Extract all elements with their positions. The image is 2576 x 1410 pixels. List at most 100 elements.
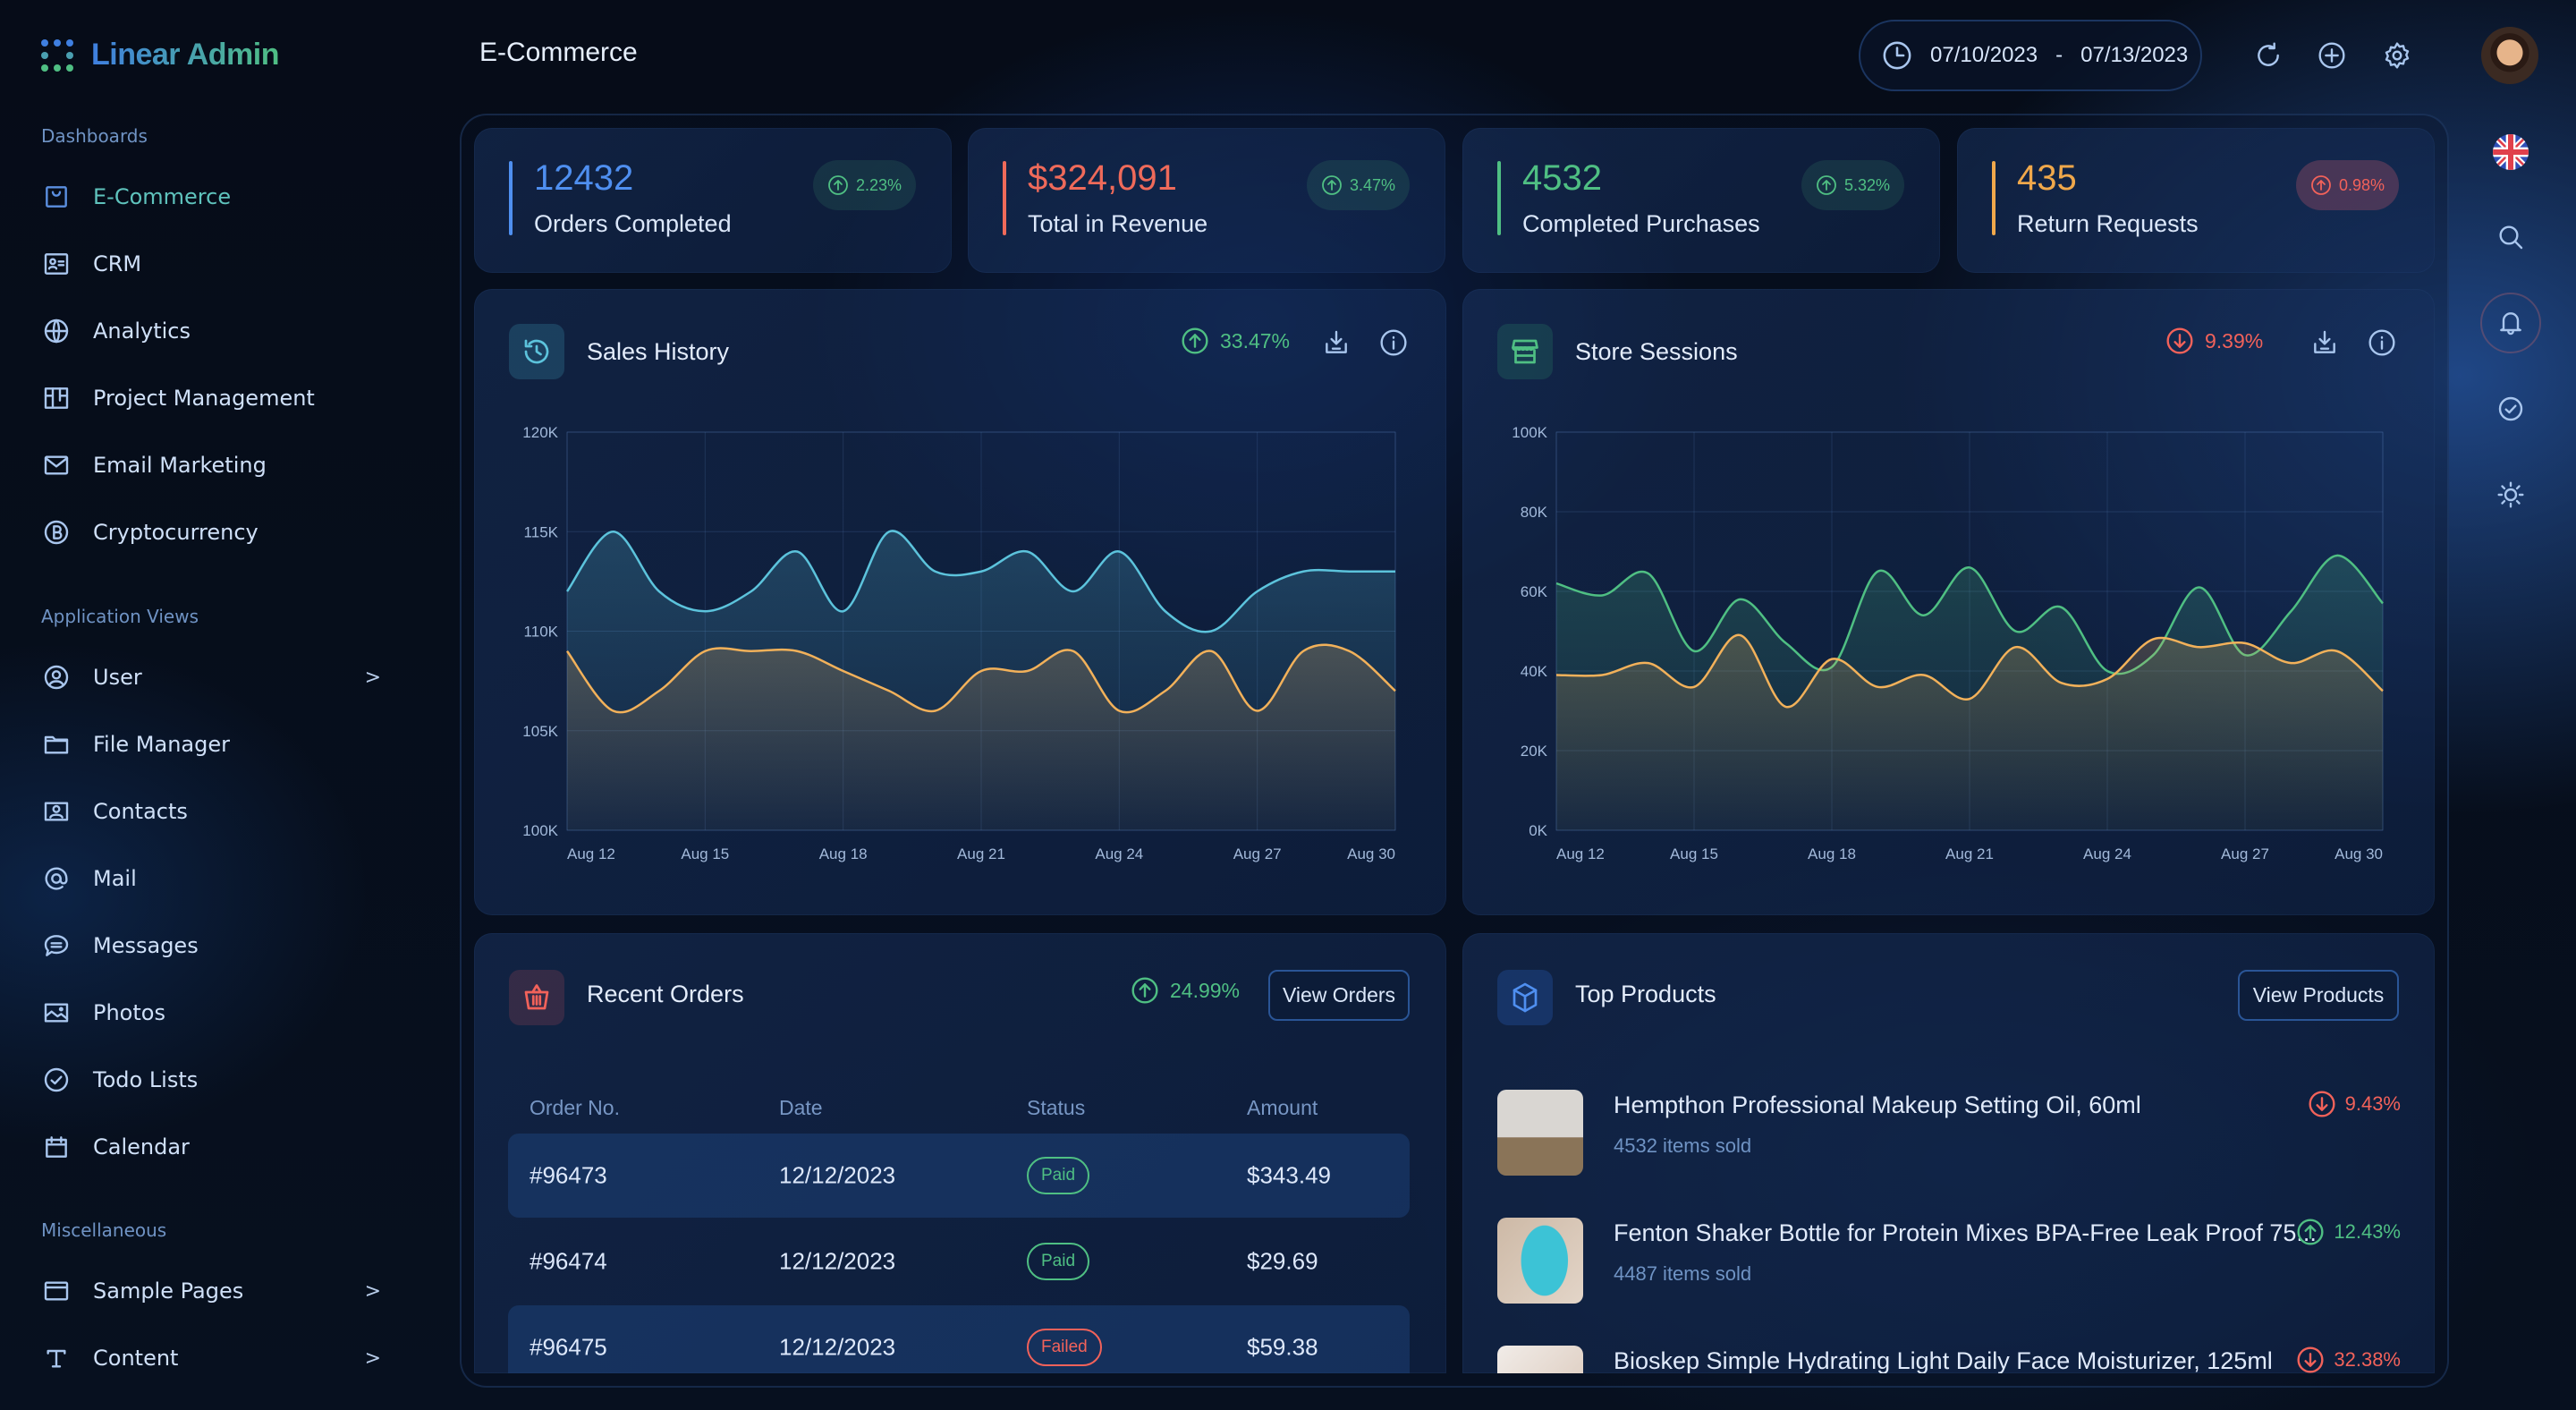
sidebar-item-todo-lists[interactable]: Todo Lists: [41, 1058, 399, 1102]
series-1-point[interactable]: [1253, 587, 1262, 596]
column-header-date[interactable]: Date: [779, 1096, 823, 1120]
series-2-point[interactable]: [2195, 642, 2204, 651]
notifications-button[interactable]: [2493, 305, 2529, 341]
series-2-point[interactable]: [2286, 658, 2295, 667]
series-1-point[interactable]: [2333, 551, 2342, 560]
series-2-point[interactable]: [1022, 667, 1031, 675]
column-header-status[interactable]: Status: [1027, 1096, 1085, 1120]
date-range-picker[interactable]: 07/10/2023 - 07/13/2023: [1859, 20, 2202, 91]
series-1-point[interactable]: [1965, 563, 1974, 572]
series-2-point[interactable]: [2148, 634, 2157, 643]
series-2-point[interactable]: [839, 667, 848, 675]
sidebar-item-crm[interactable]: CRM: [41, 242, 399, 286]
series-1-point[interactable]: [2378, 599, 2387, 607]
product-list-item[interactable]: Fenton Shaker Bottle for Protein Mixes B…: [1497, 1218, 2401, 1304]
series-2-point[interactable]: [1690, 683, 1699, 692]
series-1-point[interactable]: [1873, 567, 1882, 576]
series-1-point[interactable]: [1114, 548, 1123, 556]
table-row[interactable]: #96473 12/12/2023 Paid $343.49: [508, 1134, 1410, 1218]
series-1-point[interactable]: [792, 548, 801, 556]
series-1-point[interactable]: [747, 587, 756, 596]
add-button[interactable]: [2314, 38, 2350, 73]
series-1-point[interactable]: [1299, 567, 1308, 576]
sidebar-item-e-commerce[interactable]: E-Commerce: [41, 174, 399, 219]
view-products-button[interactable]: View Products: [2238, 970, 2399, 1021]
series-2-point[interactable]: [655, 686, 664, 695]
series-1-point[interactable]: [1644, 569, 1653, 578]
order-number[interactable]: #96475: [530, 1334, 607, 1362]
product-name[interactable]: Fenton Shaker Bottle for Protein Mixes B…: [1614, 1219, 2317, 1247]
series-2-point[interactable]: [2333, 647, 2342, 656]
sidebar-item-analytics[interactable]: Analytics: [41, 309, 399, 353]
sidebar-item-file-manager[interactable]: File Manager: [41, 722, 399, 767]
table-row[interactable]: #96475 12/12/2023 Failed $59.38: [508, 1305, 1410, 1373]
series-1-point[interactable]: [563, 587, 572, 596]
user-avatar[interactable]: [2481, 27, 2538, 84]
series-1-point[interactable]: [1069, 587, 1078, 596]
series-1-point[interactable]: [1552, 579, 1561, 588]
series-1-point[interactable]: [608, 527, 617, 536]
series-1-point[interactable]: [655, 587, 664, 596]
tasks-button[interactable]: [2493, 391, 2529, 427]
series-2-point[interactable]: [1161, 686, 1170, 695]
series-2-point[interactable]: [1299, 647, 1308, 656]
series-1-point[interactable]: [1207, 627, 1216, 636]
series-2-point[interactable]: [792, 647, 801, 656]
series-1-point[interactable]: [2057, 603, 2066, 612]
sidebar-item-content[interactable]: Content >: [41, 1336, 399, 1380]
sidebar-item-user[interactable]: User >: [41, 655, 399, 700]
table-row[interactable]: #96474 12/12/2023 Paid $29.69: [508, 1219, 1410, 1304]
series-2-point[interactable]: [1114, 707, 1123, 716]
series-2-point[interactable]: [608, 707, 617, 716]
product-name[interactable]: Bioskep Simple Hydrating Light Daily Fac…: [1614, 1347, 2273, 1373]
series-2-point[interactable]: [1253, 707, 1262, 716]
sidebar-item-messages[interactable]: Messages: [41, 923, 399, 968]
series-1-point[interactable]: [1735, 595, 1744, 604]
series-2-point[interactable]: [700, 647, 709, 656]
series-1-point[interactable]: [1022, 548, 1031, 556]
series-2-point[interactable]: [1735, 631, 1744, 640]
product-list-item[interactable]: Hempthon Professional Makeup Setting Oil…: [1497, 1090, 2401, 1176]
order-number[interactable]: #96473: [530, 1162, 607, 1190]
sidebar-item-sample-pages[interactable]: Sample Pages >: [41, 1269, 399, 1313]
order-number[interactable]: #96474: [530, 1248, 607, 1276]
series-2-point[interactable]: [1782, 702, 1791, 711]
series-2-point[interactable]: [747, 647, 756, 656]
series-2-point[interactable]: [2378, 686, 2387, 695]
logo[interactable]: Linear Admin: [41, 38, 280, 72]
series-2-point[interactable]: [931, 707, 940, 716]
series-2-point[interactable]: [1597, 670, 1606, 679]
column-header-order-no[interactable]: Order No.: [530, 1096, 620, 1120]
series-2-point[interactable]: [2241, 639, 2250, 648]
series-2-point[interactable]: [563, 647, 572, 656]
series-1-point[interactable]: [839, 607, 848, 616]
series-2-point[interactable]: [2103, 675, 2112, 684]
sidebar-item-calendar[interactable]: Calendar: [41, 1125, 399, 1169]
series-2-point[interactable]: [2011, 642, 2020, 651]
search-button[interactable]: [2493, 219, 2529, 255]
series-1-point[interactable]: [977, 567, 986, 576]
series-2-point[interactable]: [1391, 686, 1400, 695]
column-header-amount[interactable]: Amount: [1247, 1096, 1318, 1120]
series-2-point[interactable]: [1207, 647, 1216, 656]
series-1-point[interactable]: [2011, 627, 2020, 636]
series-1-point[interactable]: [2103, 667, 2112, 675]
series-2-point[interactable]: [2057, 678, 2066, 687]
series-2-point[interactable]: [1873, 683, 1882, 692]
refresh-button[interactable]: [2250, 38, 2286, 73]
series-2-point[interactable]: [885, 686, 894, 695]
theme-toggle[interactable]: [2493, 477, 2529, 513]
sidebar-item-photos[interactable]: Photos: [41, 990, 399, 1035]
series-2-point[interactable]: [1069, 647, 1078, 656]
product-list-item[interactable]: Bioskep Simple Hydrating Light Daily Fac…: [1497, 1346, 2401, 1373]
series-1-point[interactable]: [1345, 567, 1354, 576]
series-1-point[interactable]: [1690, 647, 1699, 656]
series-1-point[interactable]: [1597, 590, 1606, 599]
sidebar-item-cryptocurrency[interactable]: Cryptocurrency: [41, 510, 399, 555]
sidebar-item-contacts[interactable]: Contacts: [41, 789, 399, 834]
sidebar-item-email-marketing[interactable]: Email Marketing: [41, 443, 399, 488]
series-1-point[interactable]: [1161, 607, 1170, 616]
series-2-point[interactable]: [1552, 670, 1561, 679]
language-button[interactable]: [2493, 134, 2529, 170]
series-1-point[interactable]: [1919, 611, 1928, 620]
